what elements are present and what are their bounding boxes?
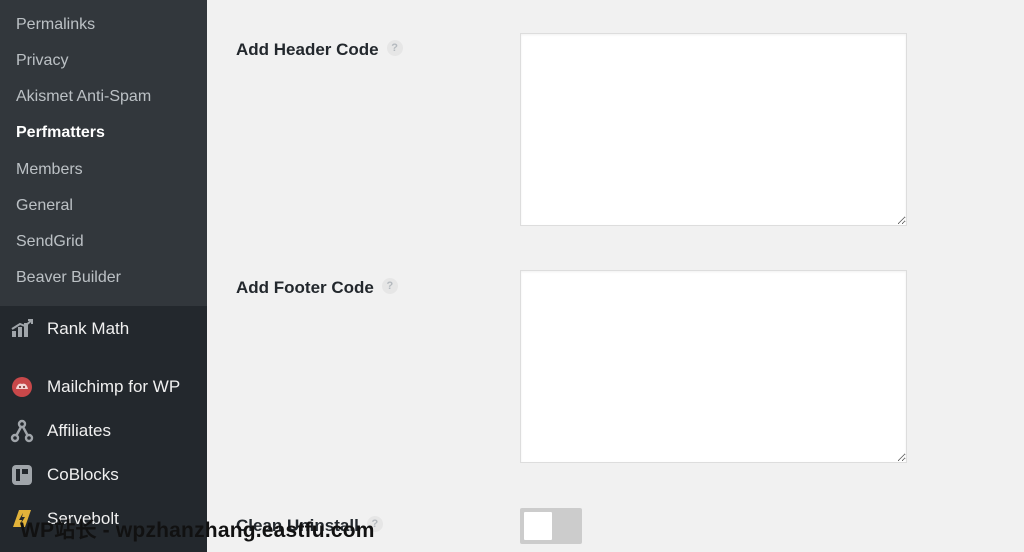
help-icon[interactable]: ? — [381, 277, 398, 294]
help-icon[interactable]: ? — [386, 39, 403, 56]
submenu-item-general[interactable]: General — [16, 194, 73, 218]
watermark-text: WP站长 - wpzhanzhang.eastfu.com — [20, 519, 375, 542]
submenu-item-perfmatters[interactable]: Perfmatters — [16, 121, 105, 145]
mailchimp-icon — [10, 375, 34, 399]
footer-code-label: Add Footer Code? — [236, 276, 398, 300]
sidebar-item-label: Affiliates — [47, 421, 111, 440]
header-code-textarea[interactable] — [520, 33, 907, 226]
sidebar-item-coblocks[interactable]: CoBlocks — [0, 457, 207, 493]
footer-code-label-text: Add Footer Code — [236, 278, 374, 297]
clean-uninstall-toggle[interactable] — [520, 508, 582, 544]
toggle-knob — [524, 512, 552, 540]
sidebar-item-label: CoBlocks — [47, 465, 119, 484]
coblocks-icon — [10, 463, 34, 487]
header-code-label-text: Add Header Code — [236, 40, 379, 59]
submenu-item-beaver-builder[interactable]: Beaver Builder — [16, 266, 121, 290]
sidebar-item-mailchimp-for-wp[interactable]: Mailchimp for WP — [0, 369, 207, 405]
sidebar-item-label: Rank Math — [47, 319, 130, 338]
rank-math-icon — [10, 317, 34, 341]
admin-sidebar: Permalinks Privacy Akismet Anti-Spam Per… — [0, 0, 207, 552]
submenu-item-privacy[interactable]: Privacy — [16, 49, 68, 73]
sidebar-item-label: Mailchimp for WP — [47, 377, 181, 396]
affiliates-icon — [10, 419, 34, 443]
settings-submenu: Permalinks Privacy Akismet Anti-Spam Per… — [0, 0, 207, 306]
sidebar-item-affiliates[interactable]: Affiliates — [0, 413, 207, 449]
sidebar-item-rank-math[interactable]: Rank Math — [0, 311, 207, 347]
header-code-label: Add Header Code? — [236, 38, 403, 62]
footer-code-textarea[interactable] — [520, 270, 907, 463]
submenu-item-members[interactable]: Members — [16, 158, 83, 182]
submenu-item-akismet-anti-spam[interactable]: Akismet Anti-Spam — [16, 85, 151, 109]
submenu-item-permalinks[interactable]: Permalinks — [16, 13, 95, 37]
submenu-item-sendgrid[interactable]: SendGrid — [16, 230, 84, 254]
